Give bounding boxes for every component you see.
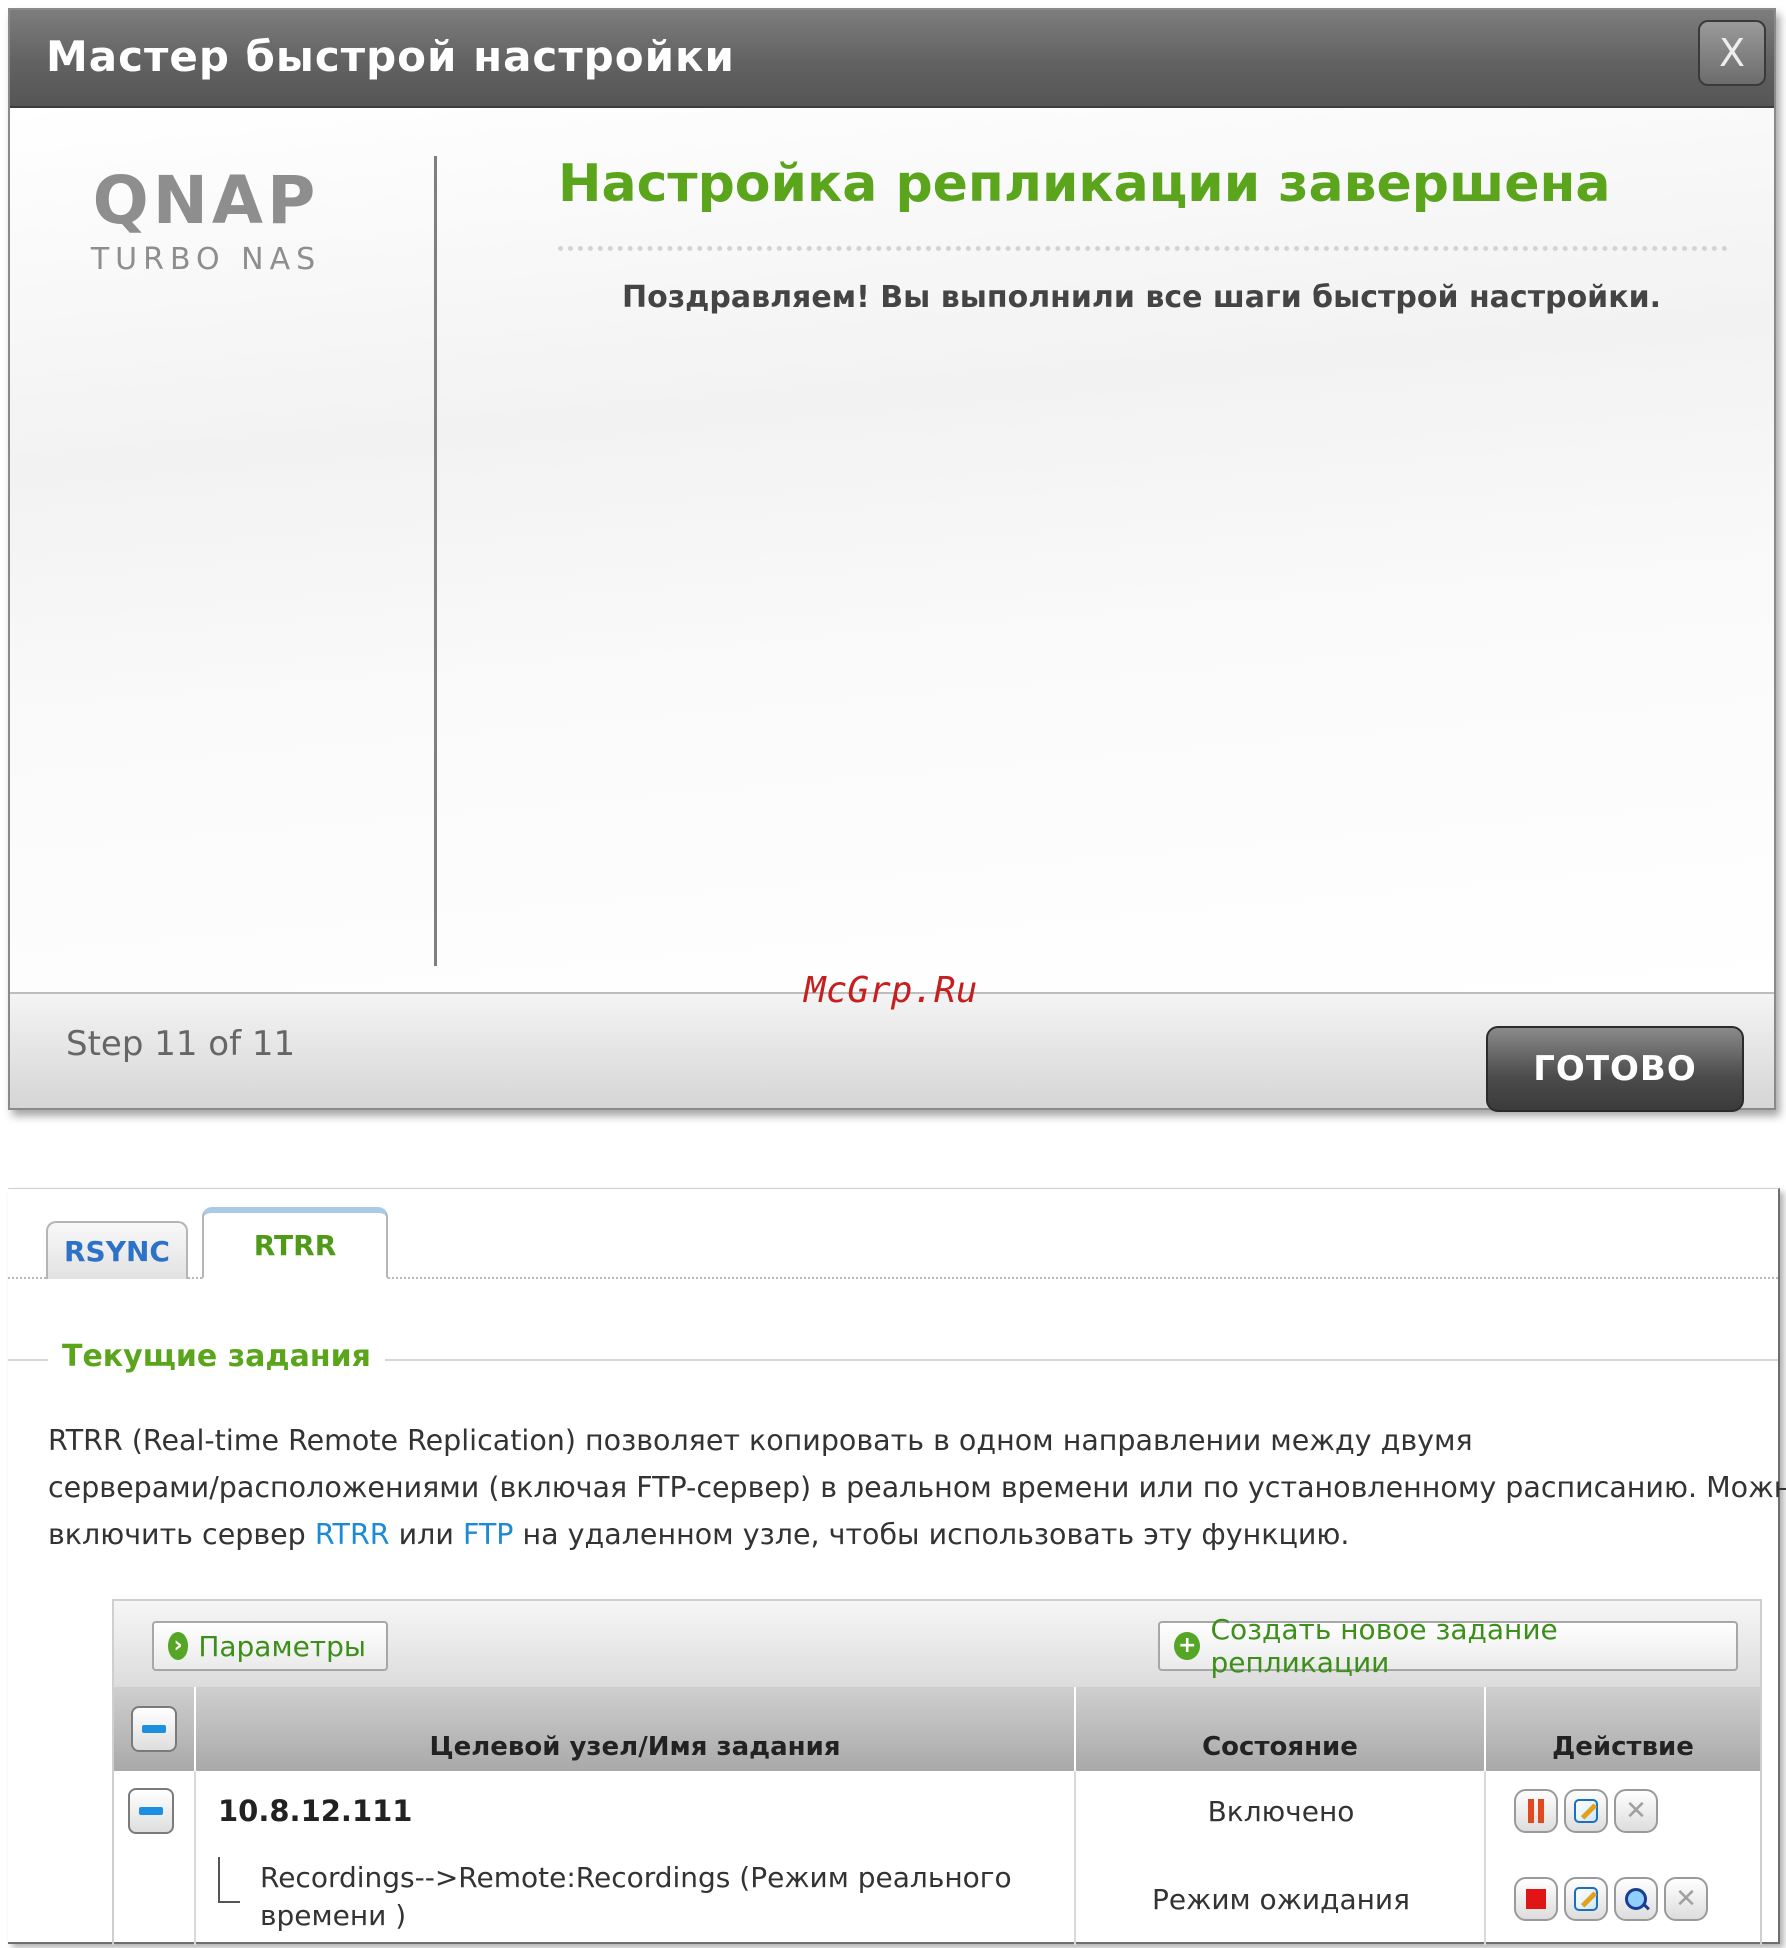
collapse-all-cell [114, 1687, 196, 1771]
view-log-button[interactable] [1614, 1877, 1658, 1921]
minus-icon [142, 1725, 166, 1733]
edit-job-button[interactable] [1564, 1877, 1608, 1921]
tab-bar: RSYNC RTRR [8, 1189, 1778, 1279]
delete-icon: ✕ [1625, 1796, 1647, 1826]
watermark: McGrp.Ru [804, 970, 978, 1011]
stop-icon [1526, 1889, 1546, 1909]
replication-panel: RSYNC RTRR Текущие задания RTRR (Real-ti… [8, 1188, 1786, 1945]
quick-setup-wizard-dialog: Мастер быстрой настройки X QNAP TURBO NA… [8, 8, 1776, 1112]
delete-button[interactable]: ✕ [1614, 1789, 1658, 1833]
edit-icon [1574, 1799, 1598, 1823]
description-text: или [389, 1518, 463, 1551]
create-replication-job-button[interactable]: + Создать новое задание репликации [1158, 1613, 1738, 1679]
description-line: серверами/расположениями (включая FTP-се… [48, 1471, 1786, 1504]
tab-rsync[interactable]: RSYNC [46, 1221, 188, 1279]
table-toolbar: › Параметры + Создать новое задание репл… [114, 1601, 1760, 1689]
host-name: 10.8.12.111 [218, 1794, 413, 1828]
rtrr-description: RTRR (Real-time Remote Replication) позв… [48, 1417, 1786, 1558]
rtrr-server-link[interactable]: RTRR [315, 1518, 390, 1551]
step-indicator: Step 11 of 11 [66, 1024, 296, 1064]
vertical-divider [434, 156, 437, 966]
host-state: Включено [1207, 1794, 1355, 1828]
table-header: Целевой узел/Имя задания Состояние Дейст… [114, 1687, 1760, 1771]
description-text: включить сервер [48, 1518, 315, 1551]
parameters-label: Параметры [198, 1629, 366, 1663]
column-header-state[interactable]: Состояние [1076, 1687, 1486, 1771]
create-job-label: Создать новое задание репликации [1210, 1613, 1558, 1679]
pause-icon-bar [1538, 1799, 1544, 1823]
table-row-job: Recordings-->Remote:Recordings (Режим ре… [114, 1851, 1760, 1947]
description-line: RTRR (Real-time Remote Replication) позв… [48, 1424, 1473, 1457]
close-icon: X [1718, 31, 1746, 75]
section-title: Текущие задания [48, 1339, 385, 1374]
logo-subtitle: TURBO NAS [90, 242, 322, 277]
job-state: Режим ожидания [1152, 1882, 1410, 1916]
congrats-message: Поздравляем! Вы выполнили все шаги быстр… [622, 280, 1661, 315]
job-name: Recordings-->Remote:Recordings (Режим ре… [260, 1861, 1012, 1932]
stop-button[interactable] [1514, 1877, 1558, 1921]
close-button[interactable]: X [1698, 20, 1766, 86]
collapse-cell [128, 1771, 174, 1851]
minus-icon [139, 1807, 163, 1815]
pause-icon [1528, 1799, 1534, 1823]
pause-button[interactable] [1514, 1789, 1558, 1833]
job-actions: ✕ [1486, 1851, 1760, 1947]
completion-headline: Настройка репликации завершена [558, 154, 1611, 214]
replication-jobs-table: › Параметры + Создать новое задание репл… [112, 1599, 1762, 1945]
collapse-host-button[interactable] [128, 1788, 174, 1834]
ftp-server-link[interactable]: FTP [463, 1518, 514, 1551]
arrow-right-circle-icon: › [168, 1632, 189, 1660]
logo-wordmark: QNAP [92, 162, 320, 239]
dialog-titlebar: Мастер быстрой настройки X [10, 10, 1774, 108]
table-row-host: 10.8.12.111 Включено ✕ [114, 1771, 1760, 1851]
edit-button[interactable] [1564, 1789, 1608, 1833]
table-body: 10.8.12.111 Включено ✕ Recordings-->Remo… [114, 1771, 1760, 1945]
dialog-footer: Step 11 of 11 McGrp.Ru ГОТОВО [10, 970, 1774, 1112]
tab-rtrr[interactable]: RTRR [202, 1207, 388, 1279]
delete-icon: ✕ [1675, 1884, 1697, 1914]
done-button[interactable]: ГОТОВО [1486, 1026, 1744, 1112]
plus-circle-icon: + [1174, 1632, 1201, 1660]
edit-icon [1574, 1887, 1598, 1911]
host-actions: ✕ [1486, 1771, 1760, 1851]
delete-job-button[interactable]: ✕ [1664, 1877, 1708, 1921]
dialog-title: Мастер быстрой настройки [46, 32, 735, 81]
dialog-content: QNAP TURBO NAS Настройка репликации заве… [10, 108, 1774, 992]
collapse-all-button[interactable] [131, 1706, 177, 1752]
dotted-divider [558, 246, 1728, 251]
description-line: включить сервер RTRR или FTP на удаленно… [48, 1511, 1758, 1558]
magnifier-icon [1625, 1888, 1647, 1910]
qnap-logo: QNAP TURBO NAS [56, 162, 356, 278]
tree-connector-icon [218, 1857, 240, 1903]
description-text: на удаленном узле, чтобы использовать эт… [513, 1518, 1350, 1551]
parameters-button[interactable]: › Параметры [152, 1621, 388, 1671]
column-header-target[interactable]: Целевой узел/Имя задания [196, 1687, 1076, 1771]
column-header-action: Действие [1552, 1732, 1694, 1762]
